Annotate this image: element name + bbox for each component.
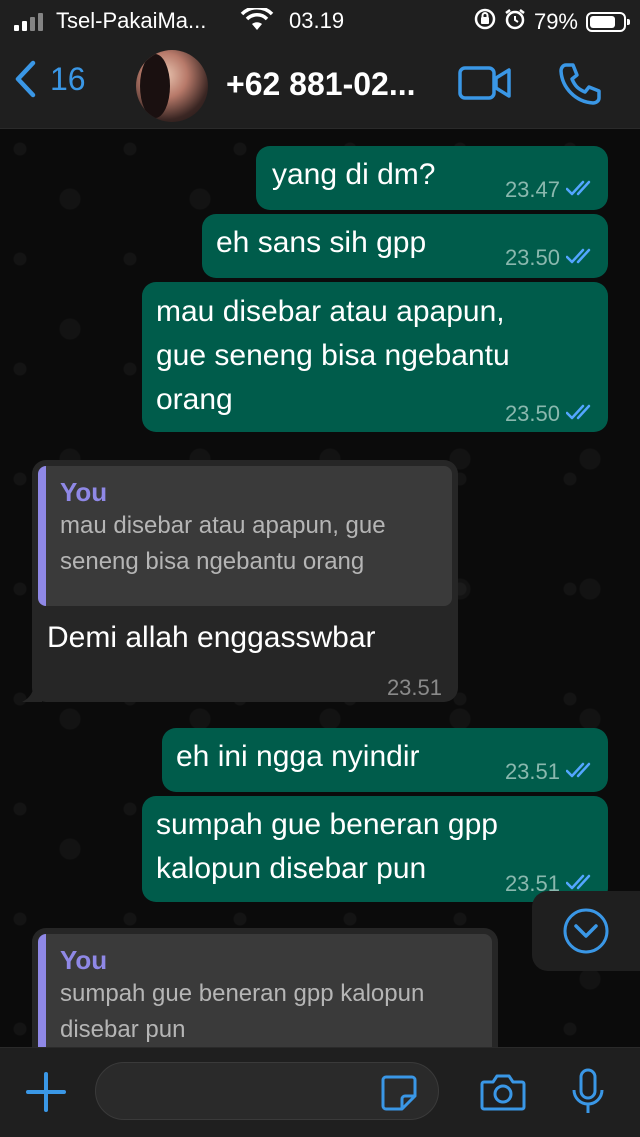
double-check-icon bbox=[565, 392, 596, 436]
sticker-icon bbox=[381, 1075, 417, 1111]
quote-line: mau disebar atau apapun, gue bbox=[60, 512, 386, 539]
voice-call-button[interactable] bbox=[558, 62, 602, 111]
message-bubble-incoming[interactable]: You mau disebar atau apapun, gue seneng … bbox=[22, 460, 458, 702]
carrier-name: Tsel-PakaiMa... bbox=[56, 8, 207, 33]
message-line: orang bbox=[156, 383, 233, 416]
phone-icon bbox=[559, 63, 601, 105]
camera-button[interactable] bbox=[480, 1072, 526, 1117]
status-bar: Tsel-PakaiMa... 03.19 79% bbox=[0, 0, 640, 40]
message-bubble-outgoing[interactable]: mau disebar atau apapun, gue seneng bisa… bbox=[142, 282, 608, 432]
message-bubble-outgoing[interactable]: eh sans sih gpp 23.50 bbox=[202, 214, 608, 278]
quote-line: disebar pun bbox=[60, 1016, 186, 1043]
clock: 03.19 bbox=[289, 8, 345, 33]
message-text: eh ini ngga nyindir bbox=[176, 740, 420, 773]
message-line: mau disebar atau apapun, bbox=[156, 295, 505, 328]
quote-text: mau disebar atau apapun, gue seneng bisa… bbox=[60, 508, 438, 580]
quote-line: seneng bisa ngebantu orang bbox=[60, 548, 365, 575]
battery-icon bbox=[586, 12, 630, 32]
message-text: sumpah gue beneran gpp kalopun disebar p… bbox=[156, 803, 498, 891]
message-text: Demi allah enggasswbar bbox=[47, 621, 376, 654]
message-time: 23.50 bbox=[504, 401, 560, 426]
quoted-reply[interactable]: You mau disebar atau apapun, gue seneng … bbox=[38, 466, 452, 606]
plus-icon bbox=[26, 1072, 66, 1112]
double-check-icon bbox=[565, 168, 596, 212]
voice-message-button[interactable] bbox=[570, 1068, 606, 1121]
message-bubble-outgoing[interactable]: eh ini ngga nyindir 23.51 bbox=[162, 728, 608, 792]
back-button[interactable]: 16 bbox=[14, 60, 86, 98]
bubble-tail bbox=[22, 682, 42, 702]
quote-author: You bbox=[60, 477, 108, 507]
alarm-icon bbox=[504, 8, 526, 36]
battery-percent: 79% bbox=[533, 9, 578, 34]
message-time: 23.47 bbox=[504, 177, 560, 202]
scroll-to-bottom-button[interactable] bbox=[532, 891, 640, 971]
double-check-icon bbox=[565, 750, 596, 794]
message-line: sumpah gue beneran gpp bbox=[156, 808, 498, 841]
message-line: gue seneng bisa ngebantu bbox=[156, 339, 510, 372]
signal-icon bbox=[14, 13, 43, 31]
message-text: yang di dm? bbox=[272, 158, 436, 191]
quote-text: sumpah gue beneran gpp kalopun disebar p… bbox=[60, 976, 478, 1047]
microphone-icon bbox=[572, 1068, 604, 1113]
message-time: 23.51 bbox=[386, 675, 442, 700]
quote-line: sumpah gue beneran gpp kalopun bbox=[60, 980, 425, 1007]
message-time: 23.50 bbox=[504, 245, 560, 270]
message-text: eh sans sih gpp bbox=[216, 226, 427, 259]
attach-button[interactable] bbox=[24, 1070, 68, 1119]
contact-name[interactable]: +62 881-02... bbox=[226, 66, 415, 103]
wifi-icon bbox=[240, 6, 274, 38]
composer-bar bbox=[0, 1047, 640, 1137]
camera-icon bbox=[480, 1074, 526, 1111]
sticker-button[interactable] bbox=[380, 1074, 418, 1117]
orientation-lock-icon bbox=[474, 8, 496, 36]
quoted-reply[interactable]: You sumpah gue beneran gpp kalopun diseb… bbox=[38, 934, 492, 1047]
double-check-icon bbox=[565, 236, 596, 280]
message-bubble-incoming[interactable]: You sumpah gue beneran gpp kalopun diseb… bbox=[32, 928, 498, 1047]
chevron-down-circle-icon bbox=[563, 908, 609, 954]
video-camera-icon bbox=[458, 66, 511, 100]
avatar[interactable] bbox=[136, 50, 208, 122]
message-bubble-outgoing[interactable]: sumpah gue beneran gpp kalopun disebar p… bbox=[142, 796, 608, 902]
message-time: 23.51 bbox=[504, 759, 560, 784]
message-text: mau disebar atau apapun, gue seneng bisa… bbox=[156, 290, 510, 422]
quote-author: You bbox=[60, 945, 108, 975]
message-line: kalopun disebar pun bbox=[156, 852, 427, 885]
unread-count: 16 bbox=[50, 60, 86, 97]
video-call-button[interactable] bbox=[458, 66, 512, 105]
message-bubble-outgoing[interactable]: yang di dm? 23.47 bbox=[256, 146, 608, 210]
chat-header: 16 +62 881-02... bbox=[0, 40, 640, 129]
chevron-left-icon bbox=[15, 60, 36, 98]
